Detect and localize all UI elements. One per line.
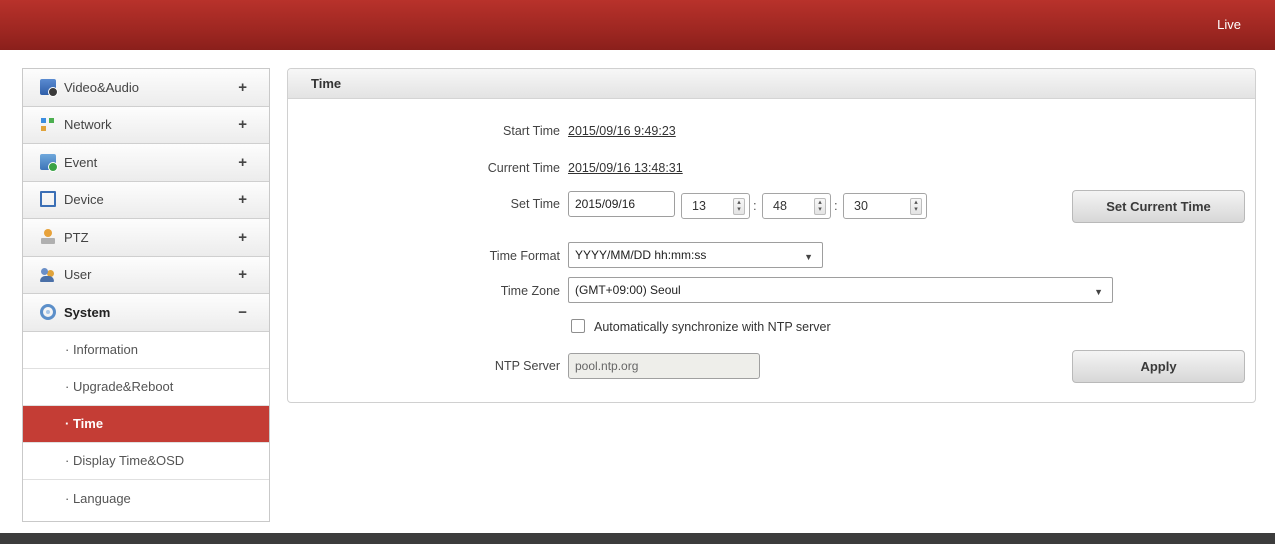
sidebar-item-label: Device (64, 192, 104, 208)
expand-icon: + (238, 78, 247, 96)
time-format-select[interactable]: YYYY/MM/DD hh:mm:ss ▼ (568, 242, 823, 268)
time-zone-select[interactable]: (GMT+09:00) Seoul ▼ (568, 277, 1113, 303)
hour-value: 13 (692, 199, 706, 213)
time-zone-label: Time Zone (500, 284, 560, 298)
start-time-label: Start Time (503, 124, 560, 138)
sidebar-item-network[interactable]: Network + (23, 106, 269, 144)
sidebar-subitem-upgrade-reboot[interactable]: · Upgrade&Reboot (23, 368, 269, 406)
current-time-label: Current Time (487, 161, 560, 175)
time-zone-value: (GMT+09:00) Seoul (575, 283, 681, 297)
sidebar-item-label: Video&Audio (64, 79, 139, 95)
minute-value: 48 (773, 199, 787, 213)
set-time-date-input[interactable]: 2015/09/16 (568, 191, 675, 217)
current-time-value: 2015/09/16 13:48:31 (568, 161, 683, 175)
sidebar-item-user[interactable]: User + (23, 256, 269, 294)
time-settings-panel: Time Start Time 2015/09/16 9:49:23 Curre… (287, 68, 1256, 403)
spinner-arrows-icon[interactable]: ▴ ▾ (733, 198, 745, 215)
start-time-value: 2015/09/16 9:49:23 (568, 124, 676, 138)
second-value: 30 (854, 199, 868, 213)
video-audio-icon (40, 79, 58, 98)
sidebar-item-label: Network (64, 117, 112, 133)
set-current-time-button[interactable]: Set Current Time (1072, 190, 1245, 223)
time-format-value: YYYY/MM/DD hh:mm:ss (575, 248, 707, 262)
user-icon (40, 267, 56, 283)
sidebar-subitem-time[interactable]: · Time (23, 405, 269, 443)
event-icon (40, 154, 58, 173)
sidebar-item-event[interactable]: Event + (23, 144, 269, 182)
spinner-arrows-icon[interactable]: ▴ ▾ (910, 198, 922, 215)
sidebar-item-system[interactable]: System − (23, 294, 269, 332)
dropdown-arrow-icon: ▼ (804, 252, 813, 262)
set-time-second-spinner[interactable]: 30 ▴ ▾ (843, 193, 927, 219)
sidebar-item-device[interactable]: Device + (23, 181, 269, 219)
sidebar-menu: Video&Audio + Network + Event + Device +… (22, 68, 270, 522)
sidebar-item-video-audio[interactable]: Video&Audio + (23, 69, 269, 107)
expand-icon: + (238, 266, 247, 284)
time-separator: : (834, 198, 838, 213)
ntp-server-label: NTP Server (494, 359, 560, 373)
sidebar-subitem-display-time-osd[interactable]: · Display Time&OSD (23, 442, 269, 480)
expand-icon: + (238, 191, 247, 209)
ptz-icon (40, 229, 56, 245)
network-icon (40, 117, 56, 133)
system-icon (40, 304, 56, 321)
expand-icon: + (238, 116, 247, 134)
sidebar-subitem-language[interactable]: · Language (23, 479, 269, 517)
set-time-minute-spinner[interactable]: 48 ▴ ▾ (762, 193, 831, 219)
sidebar-item-label: PTZ (64, 229, 89, 245)
set-time-label: Set Time (510, 197, 560, 211)
sidebar-item-label: User (64, 267, 92, 283)
ntp-server-input[interactable]: pool.ntp.org (568, 353, 760, 379)
sidebar-item-ptz[interactable]: PTZ + (23, 219, 269, 257)
apply-button[interactable]: Apply (1072, 350, 1245, 383)
collapse-icon: − (238, 303, 247, 321)
panel-header: Time (288, 69, 1255, 99)
top-bar: Live (0, 0, 1275, 50)
device-icon (40, 190, 56, 207)
time-format-label: Time Format (489, 249, 560, 263)
ntp-sync-label: Automatically synchronize with NTP serve… (594, 320, 831, 334)
sidebar-item-label: Event (64, 154, 98, 170)
panel-title: Time (311, 76, 342, 91)
spinner-arrows-icon[interactable]: ▴ ▾ (814, 198, 826, 215)
live-link[interactable]: Live (1217, 17, 1241, 32)
ntp-sync-checkbox[interactable] (571, 319, 585, 333)
dropdown-arrow-icon: ▼ (1094, 287, 1103, 297)
time-separator: : (753, 198, 757, 213)
expand-icon: + (238, 228, 247, 246)
expand-icon: + (238, 153, 247, 171)
sidebar-item-label: System (64, 304, 111, 320)
footer-bar (0, 533, 1275, 544)
sidebar-subitem-information[interactable]: · Information (23, 331, 269, 369)
set-time-hour-spinner[interactable]: 13 ▴ ▾ (681, 193, 750, 219)
